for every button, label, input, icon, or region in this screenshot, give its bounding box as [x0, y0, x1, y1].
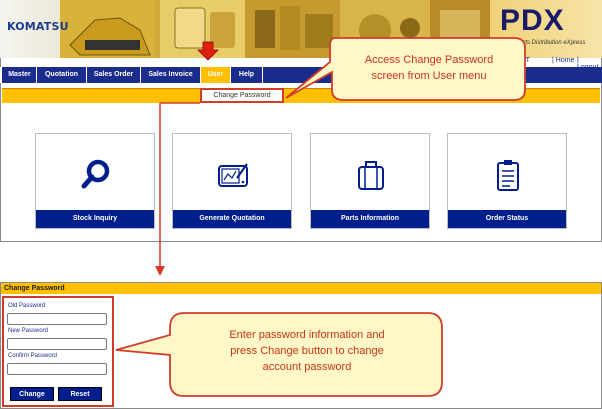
callout-top-line1: Access Change Password [364, 54, 494, 66]
callout-bottom-line2: press Change button to change [230, 345, 384, 357]
callout-top-line2: screen from User menu [371, 70, 487, 82]
arrow-head-icon [155, 266, 165, 276]
callout-bottom-line1: Enter password information and [229, 329, 385, 341]
arrow-down-icon [197, 41, 219, 61]
callout-bottom-line3: account password [262, 361, 352, 373]
